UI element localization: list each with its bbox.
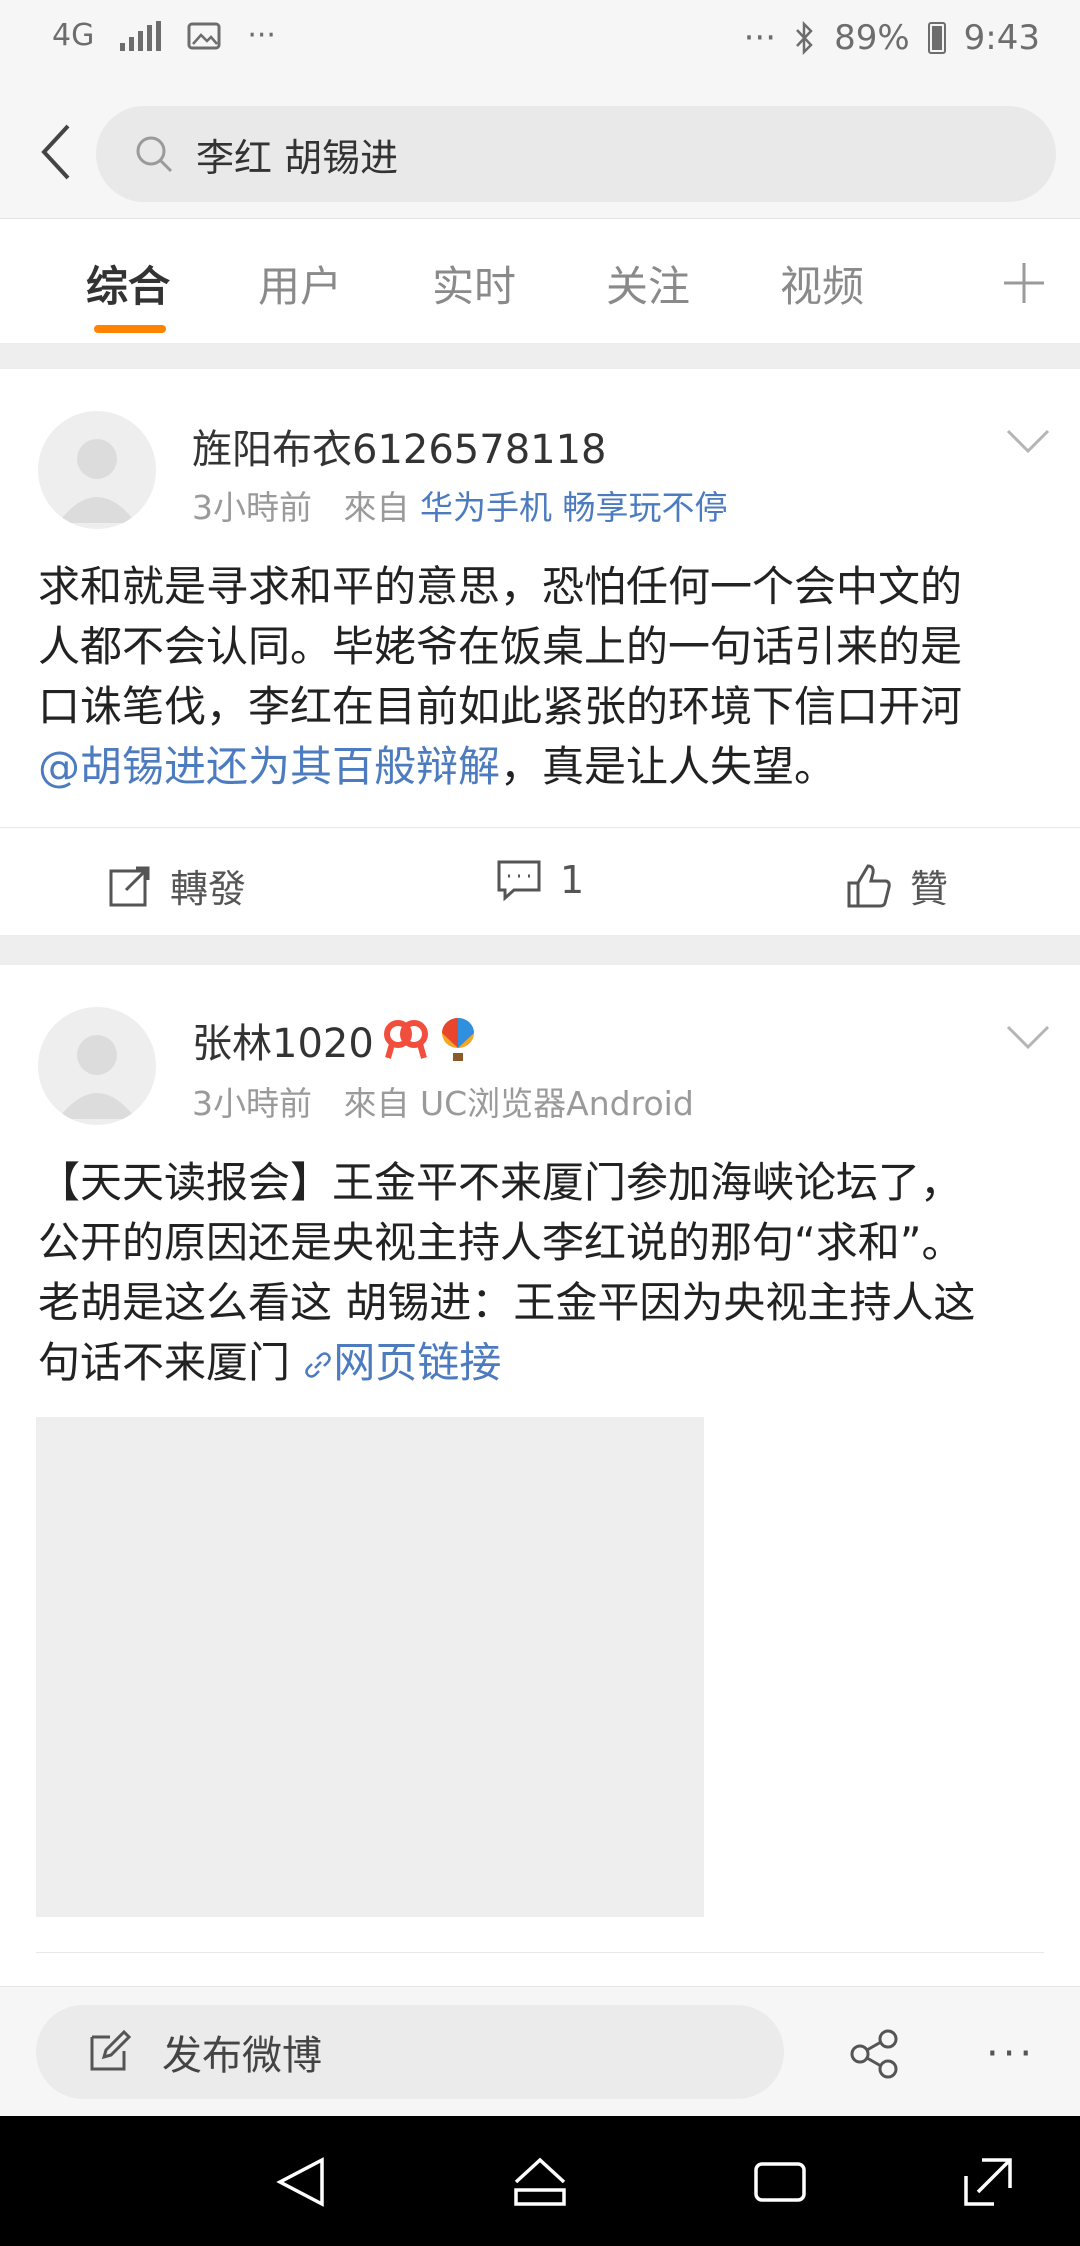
avatar[interactable] [38,411,156,529]
post-text-line: 人都不会认同。毕姥爷在饭桌上的一句话引来的是 [38,622,963,671]
more-notifications-icon: ··· [247,18,276,53]
post-text-line: 【天天读报会】王金平不来厦门参加海峡论坛了， [38,1158,963,1207]
chevron-down-icon[interactable] [1006,1023,1050,1053]
share-icon[interactable] [848,2027,902,2081]
nav-recents-icon[interactable] [752,2154,808,2210]
search-icon [136,136,173,173]
post-meta: 3小時前 來自 UC浏览器Android [192,1077,694,1125]
post-username-row: 张林1020 [192,1011,478,1069]
repost-label: 轉發 [170,867,247,911]
add-tab-icon[interactable] [1000,259,1048,307]
compose-label: 发布微博 [162,2033,322,2079]
section-divider [0,935,1080,965]
avatar[interactable] [38,1007,156,1125]
post-source[interactable]: UC浏览器Android [420,1084,694,1123]
post-text-tail: ，真是让人失望。 [500,742,837,791]
like-button[interactable]: 贊 [846,858,948,913]
post-card[interactable]: 张林1020 3小時前 來自 UC浏览器Android 【天天读报会】王金平不来… [0,965,1080,1986]
post-card[interactable]: 旌阳布衣6126578118 3小時前 來自 华为手机 畅享玩不停 求和就是寻求… [0,369,1080,935]
post-actions: 轉發 1 贊 [0,827,1080,934]
post-from-label: 來自 [343,488,410,527]
comment-button[interactable]: 1 [496,858,584,902]
chevron-left-icon [41,124,70,180]
tab-comprehensive[interactable]: 综合 [86,253,170,314]
clock: 9:43 [963,18,1040,58]
comment-count: 1 [560,858,585,902]
bluetooth-icon [796,21,813,55]
network-indicator: 4G [52,18,95,53]
post-username[interactable]: 张林1020 [192,1011,374,1069]
battery-icon [927,22,946,54]
post-text-line: 口诛笔伐，李红在目前如此紧张的环境下信口开河 [38,682,963,731]
nav-expand-icon[interactable] [960,2154,1016,2210]
image-notification-icon [187,22,221,49]
status-bar: 4G ··· ··· 89% 9:43 [0,0,1080,92]
like-label: 贊 [910,867,949,911]
web-link[interactable]: 网页链接 [303,1338,501,1387]
post-from-label: 來自 [343,1084,410,1123]
bottom-toolbar: 发布微博 ··· [0,1986,1080,2117]
tab-users[interactable]: 用户 [258,253,342,314]
search-field[interactable]: 李红 胡锡进 [96,106,1056,202]
default-avatar-icon [58,1035,136,1119]
post-username[interactable]: 旌阳布衣6126578118 [192,417,607,475]
back-button[interactable] [26,122,86,182]
default-avatar-icon [58,439,136,523]
nav-home-icon[interactable] [512,2154,568,2210]
search-header: 李红 胡锡进 [0,92,1080,219]
mention-link[interactable]: @胡锡进还为其百般辩解 [38,742,500,791]
post-text-line: 求和就是寻求和平的意思，恐怕任何一个会中文的 [38,562,963,611]
status-dots-icon: ··· [743,18,777,58]
system-nav-bar [0,2116,1080,2246]
post-text-line: 句话不来厦门 [38,1338,291,1387]
post-source[interactable]: 华为手机 畅享玩不停 [420,488,728,527]
chevron-down-icon[interactable] [1006,427,1050,457]
post-text: 求和就是寻求和平的意思，恐怕任何一个会中文的 人都不会认同。毕姥爷在饭桌上的一句… [38,557,1048,797]
repost-button[interactable]: 轉發 [108,858,246,913]
thumbs-up-icon [847,863,891,907]
post-meta: 3小時前 來自 华为手机 畅享玩不停 [192,481,727,529]
tab-video[interactable]: 视频 [780,253,864,314]
active-tab-indicator [94,325,166,333]
signal-icon [120,20,162,51]
post-text: 【天天读报会】王金平不来厦门参加海峡论坛了， 公开的原因还是央视主持人李红说的那… [38,1153,1048,1393]
post-image[interactable] [36,1417,704,1917]
nav-back-icon[interactable] [274,2154,330,2210]
post-time: 3小時前 [192,1084,312,1123]
tab-bar: 综合 用户 实时 关注 视频 [0,219,1080,343]
link-icon [305,1352,332,1378]
hot-air-balloon-icon[interactable] [438,1017,478,1063]
comment-icon [497,860,541,901]
tab-realtime[interactable]: 实时 [432,253,516,314]
edit-icon [90,2029,132,2071]
more-options-icon[interactable]: ··· [986,2031,1036,2077]
compose-button[interactable]: 发布微博 [36,2005,784,2099]
ribbon-badge-icon[interactable] [383,1020,428,1060]
tab-following[interactable]: 关注 [606,253,690,314]
post-text-line: 公开的原因还是央视主持人李红说的那句“求和”。 [38,1218,964,1267]
search-query[interactable]: 李红 胡锡进 [196,127,398,182]
divider [36,1952,1044,1953]
repost-icon [109,866,150,906]
post-time: 3小時前 [192,488,312,527]
battery-percent: 89% [834,18,910,58]
post-text-line: 老胡是这么看这 胡锡进：王金平因为央视主持人这 [38,1278,976,1327]
section-divider [0,343,1080,369]
web-link-label: 网页链接 [333,1338,502,1387]
